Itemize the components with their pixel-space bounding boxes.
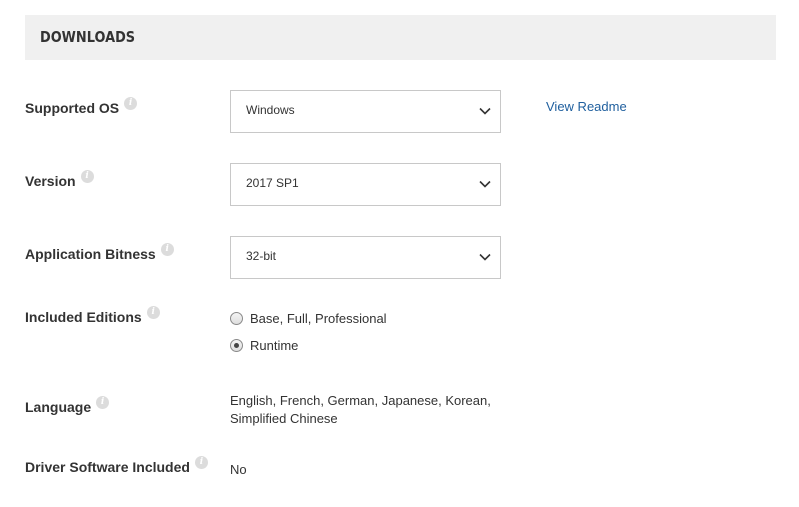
bitness-label: Application Bitness i xyxy=(25,242,174,262)
supported-os-label-text: Supported OS xyxy=(25,100,120,116)
version-select[interactable]: 2017 SP1 xyxy=(230,163,501,206)
language-line-2: Simplified Chinese xyxy=(230,411,338,426)
view-readme-link[interactable]: View Readme xyxy=(546,99,627,114)
editions-label: Included Editions i xyxy=(25,305,160,325)
section-title: DOWNLOADS xyxy=(40,28,136,46)
edition-option-label: Runtime xyxy=(250,338,299,353)
chevron-down-icon xyxy=(479,180,491,188)
version-value: 2017 SP1 xyxy=(246,176,299,190)
language-label: Language i xyxy=(25,395,110,415)
info-icon[interactable]: i xyxy=(96,395,110,409)
language-label-text: Language xyxy=(25,399,92,415)
info-icon[interactable]: i xyxy=(80,169,94,183)
supported-os-label: Supported OS i xyxy=(25,96,138,116)
editions-label-text: Included Editions xyxy=(25,309,142,325)
chevron-down-icon xyxy=(479,107,491,115)
language-value: English, French, German, Japanese, Korea… xyxy=(230,392,491,428)
info-icon[interactable]: i xyxy=(160,242,174,256)
version-label-text: Version xyxy=(25,173,76,189)
version-label: Version i xyxy=(25,169,94,189)
radio-base-full-professional[interactable] xyxy=(230,312,243,325)
info-icon[interactable]: i xyxy=(146,305,160,319)
bitness-select[interactable]: 32-bit xyxy=(230,236,501,279)
driver-label: Driver Software Included i xyxy=(25,455,208,475)
driver-value: No xyxy=(230,462,247,477)
downloads-header: DOWNLOADS xyxy=(25,15,776,60)
edition-option-base[interactable]: Base, Full, Professional xyxy=(230,311,387,326)
language-line-1: English, French, German, Japanese, Korea… xyxy=(230,393,491,408)
radio-runtime[interactable] xyxy=(230,339,243,352)
driver-label-text: Driver Software Included xyxy=(25,459,190,475)
chevron-down-icon xyxy=(479,253,491,261)
info-icon[interactable]: i xyxy=(194,455,208,469)
supported-os-value: Windows xyxy=(246,103,295,117)
bitness-value: 32-bit xyxy=(246,249,277,263)
info-icon[interactable]: i xyxy=(124,96,138,110)
edition-option-runtime[interactable]: Runtime xyxy=(230,338,298,353)
bitness-label-text: Application Bitness xyxy=(25,246,156,262)
edition-option-label: Base, Full, Professional xyxy=(250,311,387,326)
supported-os-select[interactable]: Windows xyxy=(230,90,501,133)
